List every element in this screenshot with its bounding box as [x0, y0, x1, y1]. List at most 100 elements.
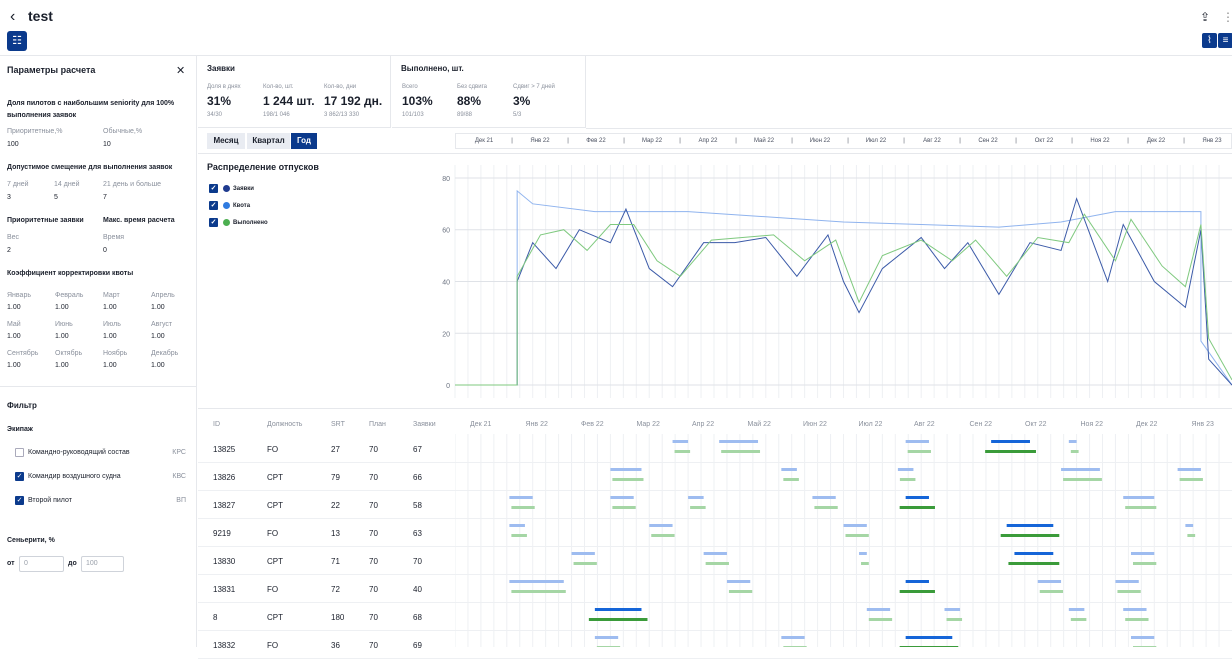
quota-bar[interactable]	[509, 496, 533, 499]
done-bar[interactable]	[899, 590, 935, 593]
shift-value[interactable]: 7	[103, 194, 107, 201]
coef-month-value[interactable]: 1.00	[151, 362, 165, 369]
coef-month-value[interactable]: 1.00	[7, 304, 21, 311]
quota-bar[interactable]	[726, 580, 751, 583]
seniority-to-input[interactable]: 100	[81, 556, 124, 572]
done-bar[interactable]	[1039, 590, 1064, 593]
done-bar[interactable]	[511, 590, 566, 593]
quota-bar[interactable]	[905, 636, 953, 639]
quota-bar[interactable]	[610, 468, 642, 471]
col-header[interactable]: Заявки	[413, 421, 436, 428]
time-value[interactable]: 0	[103, 247, 107, 254]
done-bar[interactable]	[612, 506, 636, 509]
shift-value[interactable]: 3	[7, 194, 11, 201]
norm-value[interactable]: 10	[103, 141, 111, 148]
coef-month-value[interactable]: 1.00	[151, 333, 165, 340]
coef-month-value[interactable]: 1.00	[103, 304, 117, 311]
list-view-icon[interactable]: ≡	[1218, 33, 1232, 48]
crew-checkbox[interactable]: ✓	[15, 472, 24, 481]
done-bar[interactable]	[1179, 478, 1203, 481]
quota-bar[interactable]	[1123, 496, 1155, 499]
quota-bar[interactable]	[610, 496, 634, 499]
done-bar[interactable]	[985, 450, 1036, 453]
quota-bar[interactable]	[571, 552, 595, 555]
done-bar[interactable]	[1125, 618, 1149, 621]
done-bar[interactable]	[814, 506, 838, 509]
col-header[interactable]: Должность	[267, 421, 302, 428]
col-header[interactable]: SRT	[331, 421, 345, 428]
col-header[interactable]: ID	[213, 421, 220, 428]
done-bar[interactable]	[946, 618, 963, 621]
quota-bar[interactable]	[1037, 580, 1062, 583]
done-bar[interactable]	[861, 562, 869, 565]
tab-year[interactable]: Год	[291, 133, 317, 149]
quota-bar[interactable]	[905, 496, 929, 499]
done-bar[interactable]	[1063, 478, 1102, 481]
quota-bar[interactable]	[1006, 524, 1054, 527]
quota-bar[interactable]	[1177, 468, 1201, 471]
done-bar[interactable]	[868, 618, 893, 621]
coef-month-value[interactable]: 1.00	[7, 333, 21, 340]
quota-bar[interactable]	[672, 440, 689, 443]
quota-bar[interactable]	[509, 580, 564, 583]
quota-bar[interactable]	[688, 496, 704, 499]
done-bar[interactable]	[721, 450, 761, 453]
legend-item[interactable]: ✓ Заявки	[209, 184, 254, 193]
coef-month-value[interactable]: 1.00	[55, 333, 69, 340]
done-bar[interactable]	[588, 618, 648, 621]
quota-bar[interactable]	[719, 440, 759, 443]
quota-bar[interactable]	[781, 468, 797, 471]
quota-bar[interactable]	[649, 524, 673, 527]
done-bar[interactable]	[511, 506, 535, 509]
quota-bar[interactable]	[905, 580, 929, 583]
quota-bar[interactable]	[1061, 468, 1100, 471]
coef-month-value[interactable]: 1.00	[103, 362, 117, 369]
legend-checkbox[interactable]: ✓	[209, 184, 218, 193]
chart-view-icon[interactable]: ⌇	[1202, 33, 1217, 48]
done-bar[interactable]	[651, 534, 675, 537]
done-bar[interactable]	[1125, 506, 1157, 509]
done-bar[interactable]	[845, 534, 869, 537]
done-bar[interactable]	[907, 450, 931, 453]
done-bar[interactable]	[899, 478, 916, 481]
col-header[interactable]: План	[369, 421, 386, 428]
done-bar[interactable]	[1117, 590, 1141, 593]
done-bar[interactable]	[1008, 562, 1060, 565]
quota-bar[interactable]	[1068, 608, 1085, 611]
crew-checkbox[interactable]: ✓	[15, 496, 24, 505]
done-bar[interactable]	[690, 506, 706, 509]
done-bar[interactable]	[674, 450, 691, 453]
coef-month-value[interactable]: 1.00	[103, 333, 117, 340]
legend-checkbox[interactable]: ✓	[209, 201, 218, 210]
quota-bar[interactable]	[1115, 580, 1139, 583]
seniority-from-input[interactable]: 0	[19, 556, 64, 572]
quota-bar[interactable]	[1130, 552, 1155, 555]
quota-bar[interactable]	[859, 552, 867, 555]
tab-quarter[interactable]: Квартал	[247, 133, 290, 149]
shift-value[interactable]: 5	[54, 194, 58, 201]
done-bar[interactable]	[612, 478, 644, 481]
prio-value[interactable]: 100	[7, 141, 19, 148]
quota-bar[interactable]	[594, 636, 619, 639]
quota-bar[interactable]	[509, 524, 525, 527]
quota-bar[interactable]	[703, 552, 727, 555]
quota-bar[interactable]	[781, 636, 805, 639]
quota-bar[interactable]	[843, 524, 867, 527]
done-bar[interactable]	[573, 562, 597, 565]
legend-checkbox[interactable]: ✓	[209, 218, 218, 227]
quota-bar[interactable]	[866, 608, 891, 611]
quota-bar[interactable]	[812, 496, 836, 499]
coef-month-value[interactable]: 1.00	[151, 304, 165, 311]
tab-month[interactable]: Месяц	[207, 133, 245, 149]
quota-bar[interactable]	[1068, 440, 1077, 443]
done-bar[interactable]	[705, 562, 729, 565]
done-bar[interactable]	[511, 534, 527, 537]
quota-bar[interactable]	[897, 468, 914, 471]
settings-toggle-button[interactable]: ☷	[7, 31, 27, 51]
quota-bar[interactable]	[1185, 524, 1194, 527]
done-bar[interactable]	[1187, 534, 1196, 537]
legend-item[interactable]: ✓ Выполнено	[209, 218, 268, 227]
done-bar[interactable]	[899, 506, 935, 509]
quota-bar[interactable]	[594, 608, 642, 611]
crew-checkbox[interactable]	[15, 448, 24, 457]
